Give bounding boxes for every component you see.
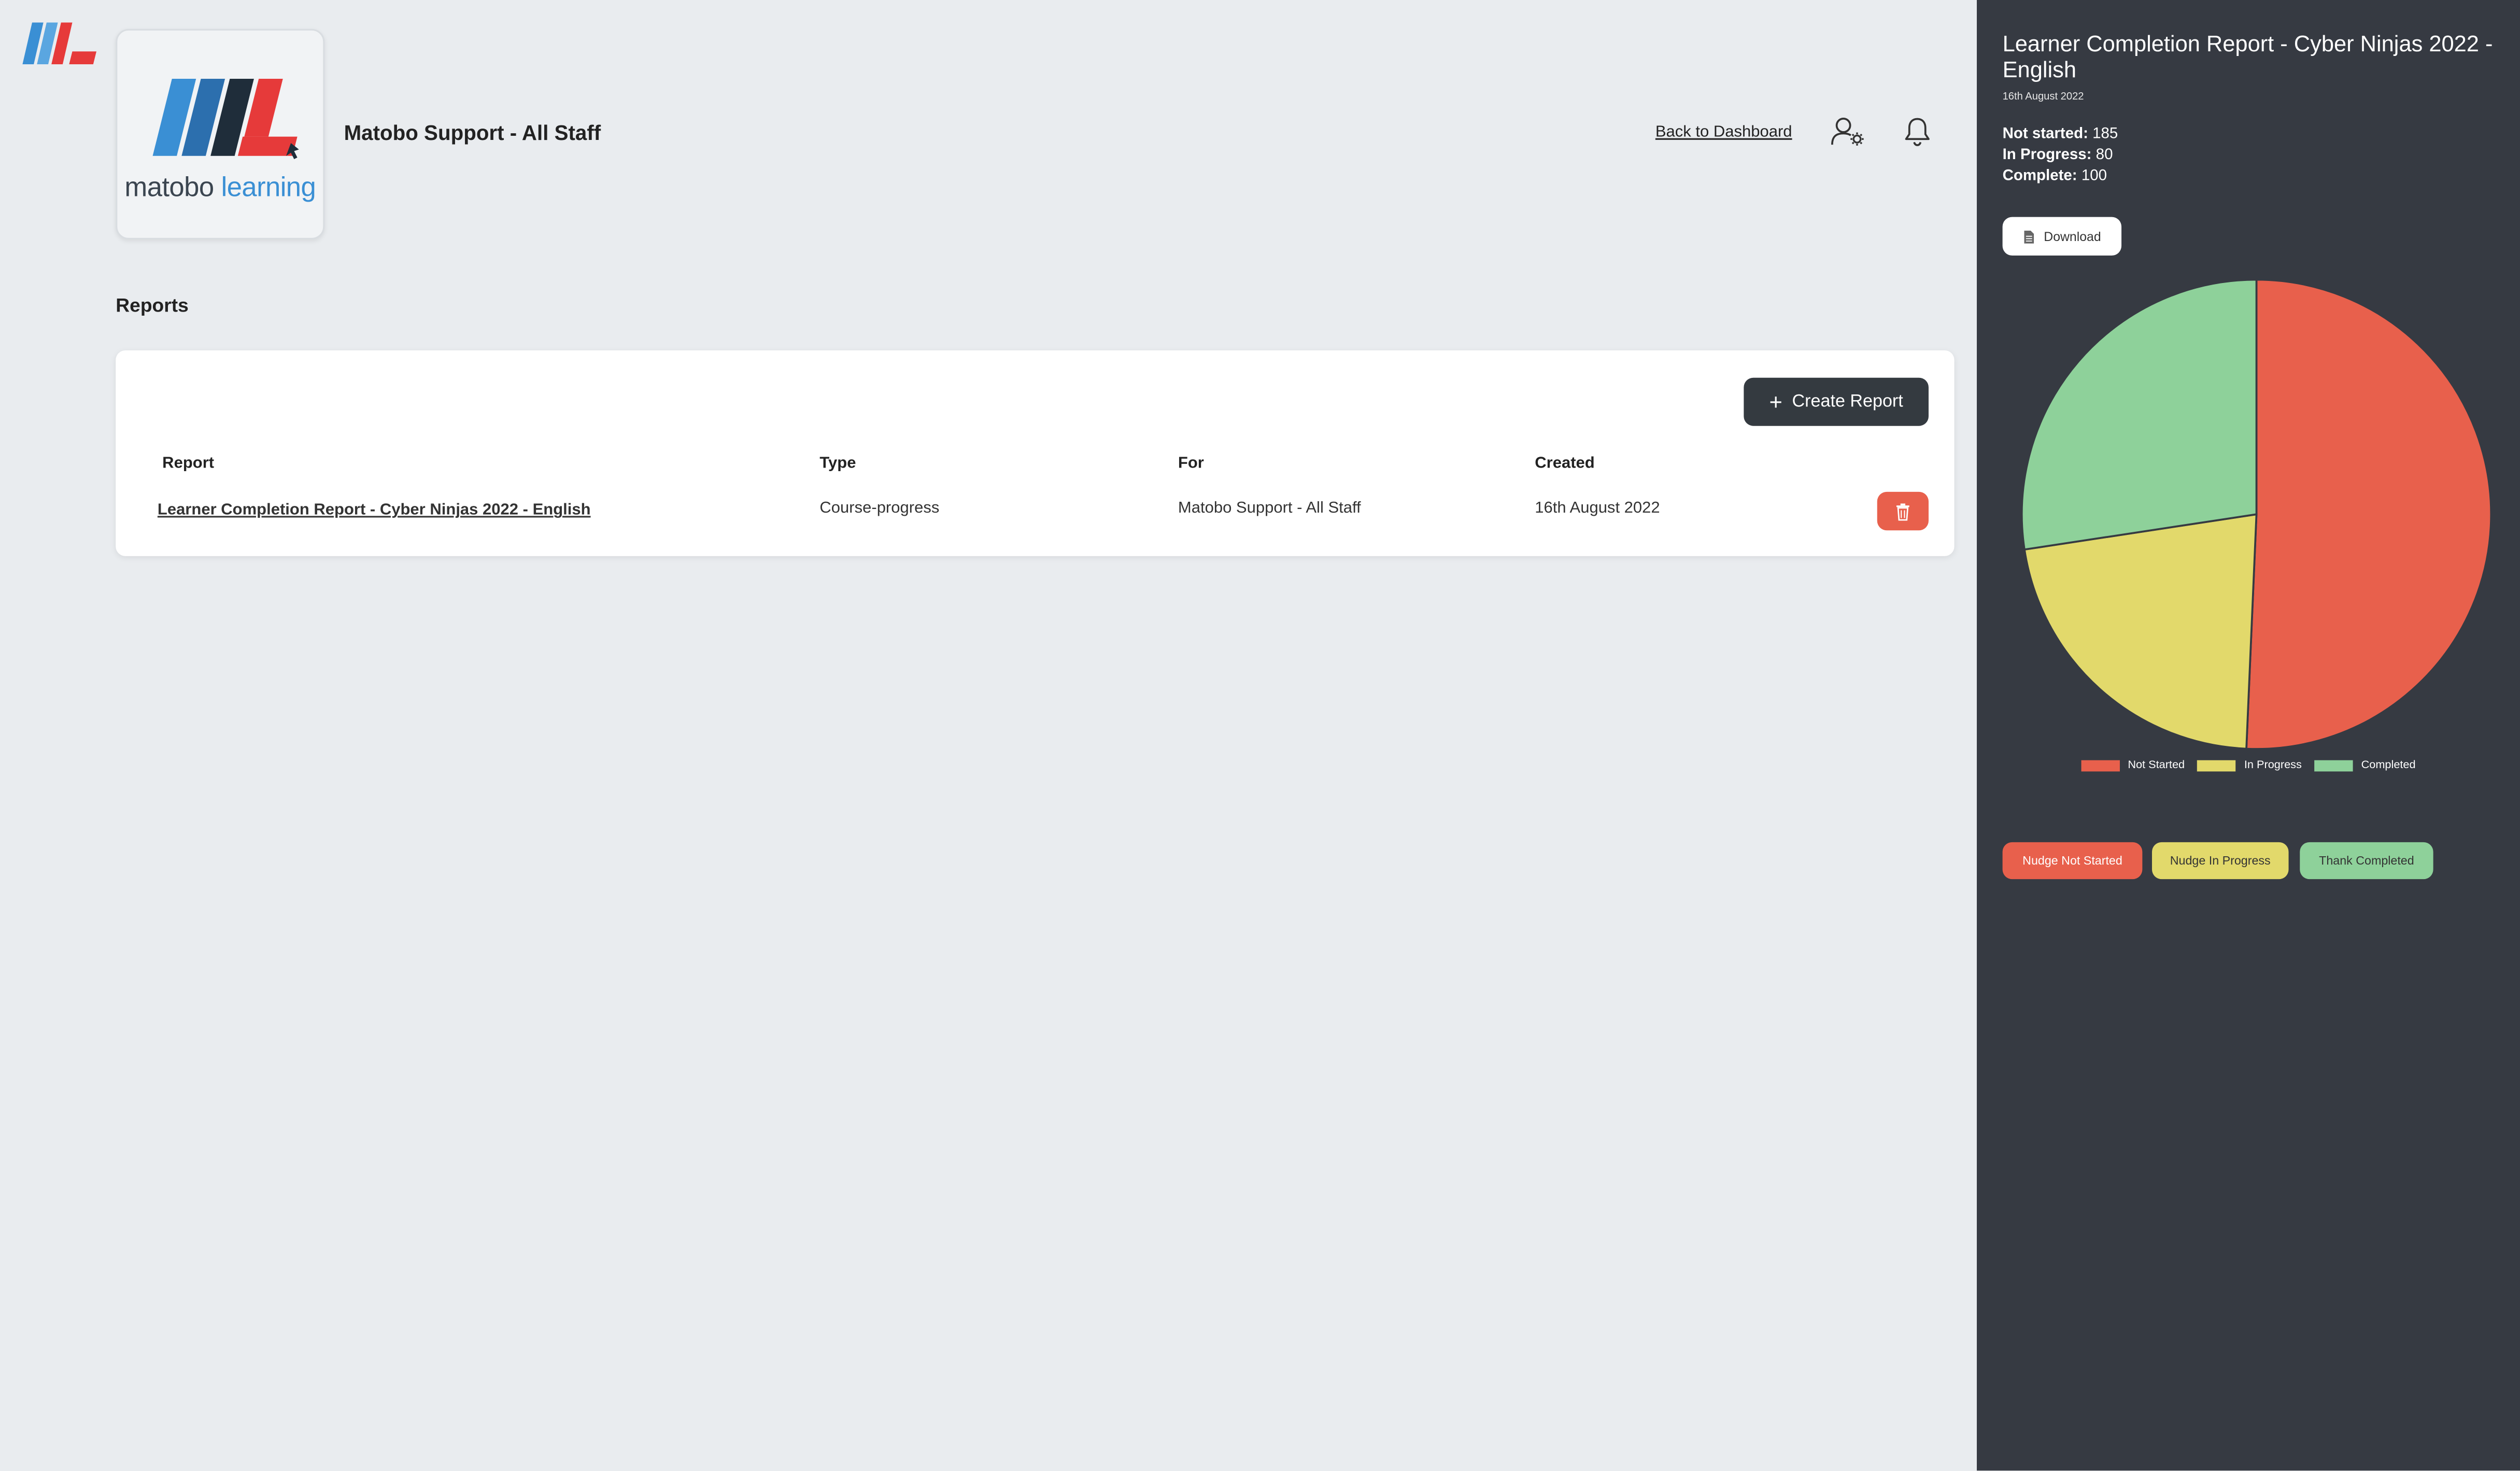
back-to-dashboard-link[interactable]: Back to Dashboard (1655, 124, 1792, 142)
main-content: matobo learning Matobo Support - All Sta… (0, 0, 1977, 1470)
thank-completed-button[interactable]: Thank Completed (2300, 842, 2433, 880)
nudge-not-started-button[interactable]: Nudge Not Started (2002, 842, 2143, 880)
trash-icon (1896, 502, 1909, 520)
legend-swatch-in-progress (2197, 760, 2236, 772)
logo-wordmark: matobo learning (117, 172, 323, 204)
report-created: 16th August 2022 (1535, 500, 1660, 518)
column-header-type: Type (819, 455, 856, 473)
legend-item-not-started[interactable]: Not Started (2081, 760, 2185, 772)
download-label: Download (2044, 229, 2101, 244)
column-header-report: Report (162, 455, 215, 473)
report-for: Matobo Support - All Staff (1178, 500, 1361, 518)
create-report-button[interactable]: + Create Report (1744, 377, 1929, 426)
legend-label-in-progress: In Progress (2244, 760, 2302, 772)
completion-pie-chart (2020, 278, 2493, 750)
stat-not-started: Not started: 185 (2002, 125, 2118, 143)
column-header-created: Created (1535, 455, 1595, 473)
logo-text-matobo: matobo (124, 172, 214, 203)
pie-slice-not-started[interactable] (2245, 278, 2493, 750)
pie-slice-in-progress[interactable] (2023, 513, 2258, 750)
panel-title: Learner Completion Report - Cyber Ninjas… (2002, 30, 2493, 82)
column-header-for: For (1178, 455, 1204, 473)
pie-slice-completed[interactable] (2020, 278, 2258, 551)
legend-swatch-completed (2314, 760, 2354, 772)
bell-icon[interactable] (1903, 116, 1932, 148)
panel-date: 16th August 2022 (2002, 91, 2084, 103)
report-detail-panel: Learner Completion Report - Cyber Ninjas… (1976, 0, 2520, 1471)
create-report-label: Create Report (1792, 392, 1903, 412)
nudge-in-progress-button[interactable]: Nudge In Progress (2151, 842, 2289, 880)
report-type: Course-progress (819, 500, 940, 518)
page: matobo learning Matobo Support - All Sta… (0, 0, 2520, 1471)
stat-in-progress: In Progress: 80 (2002, 146, 2113, 164)
matobo-logo-icon (152, 78, 299, 159)
legend-item-completed[interactable]: Completed (2314, 760, 2416, 772)
completion-stats: Not started: 185 In Progress: 80 Complet… (2003, 124, 2118, 187)
reports-card: + Create Report Report Type For Created … (116, 350, 1955, 556)
user-settings-icon[interactable] (1831, 116, 1866, 148)
legend-label-not-started: Not Started (2128, 760, 2185, 772)
legend-label-completed: Completed (2361, 760, 2416, 772)
logo-text-learning: learning (221, 172, 316, 203)
download-button[interactable]: Download (2002, 217, 2122, 256)
org-name: Matobo Support - All Staff (344, 120, 601, 145)
plus-icon: + (1769, 389, 1782, 415)
stat-complete: Complete: 100 (2002, 167, 2107, 185)
legend-swatch-not-started (2081, 760, 2120, 772)
report-name-link[interactable]: Learner Completion Report - Cyber Ninjas… (158, 501, 591, 519)
reports-section-title: Reports (116, 294, 189, 317)
chart-legend: Not Started In Progress Completed (1977, 760, 2520, 772)
delete-report-button[interactable] (1877, 491, 1929, 531)
logo-card: matobo learning (116, 29, 325, 240)
legend-item-in-progress[interactable]: In Progress (2197, 760, 2302, 772)
corner-logo-icon[interactable] (19, 22, 100, 67)
document-icon (2023, 230, 2034, 243)
